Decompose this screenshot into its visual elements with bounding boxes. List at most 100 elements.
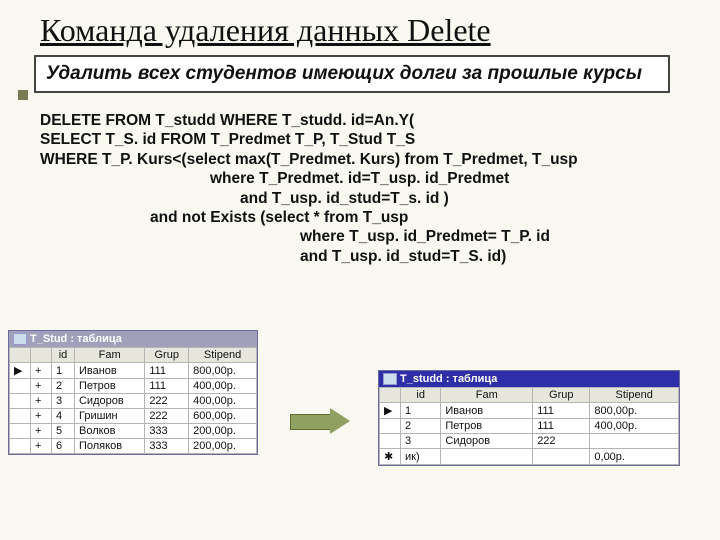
cell-stip[interactable]: 0,00р. xyxy=(590,449,679,465)
expand-toggle[interactable]: + xyxy=(31,379,52,394)
subtitle-box: Удалить всех студентов имеющих долги за … xyxy=(34,55,670,93)
table-row[interactable]: + 5 Волков 333 200,00р. xyxy=(10,424,257,439)
cell-stip[interactable]: 800,00р. xyxy=(189,363,257,379)
row-marker xyxy=(380,419,401,434)
expand-toggle[interactable]: + xyxy=(31,439,52,454)
cell-grup[interactable]: 111 xyxy=(145,379,189,394)
cell-fam[interactable]: Петров xyxy=(441,419,533,434)
cell-fam[interactable]: Петров xyxy=(74,379,144,394)
cell-id[interactable]: 2 xyxy=(52,379,75,394)
cell-fam[interactable]: Гришин xyxy=(74,409,144,424)
cell-id[interactable]: 3 xyxy=(401,434,441,449)
cell-grup[interactable]: 333 xyxy=(145,424,189,439)
col-header: Fam xyxy=(74,348,144,363)
expand-toggle[interactable]: + xyxy=(31,424,52,439)
table-icon xyxy=(383,373,397,385)
cell-id[interactable]: 3 xyxy=(52,394,75,409)
row-marker: ▶ xyxy=(380,403,401,419)
expand-toggle[interactable]: + xyxy=(31,394,52,409)
sql-code-block: DELETE FROM T_studd WHERE T_studd. id=An… xyxy=(40,111,680,266)
col-header: Grup xyxy=(533,388,590,403)
cell-id[interactable]: 2 xyxy=(401,419,441,434)
expand-toggle[interactable]: + xyxy=(31,363,52,379)
cell-fam[interactable]: Сидоров xyxy=(74,394,144,409)
source-table-window: T_Stud : таблица id Fam Grup Stipend ▶ +… xyxy=(8,330,258,455)
expand-toggle[interactable]: + xyxy=(31,409,52,424)
col-header: Stipend xyxy=(189,348,257,363)
source-table: id Fam Grup Stipend ▶ + 1 Иванов 111 800… xyxy=(9,347,257,454)
row-marker: ▶ xyxy=(10,363,31,379)
cell-grup[interactable]: 111 xyxy=(145,363,189,379)
result-table-window: T_studd : таблица id Fam Grup Stipend ▶ … xyxy=(378,370,680,466)
table-row[interactable]: 3 Сидоров 222 xyxy=(380,434,679,449)
cell-grup[interactable]: 111 xyxy=(533,419,590,434)
arrow-icon xyxy=(290,408,350,434)
table-row[interactable]: 2 Петров 111 400,00р. xyxy=(380,419,679,434)
row-marker: ✱ xyxy=(380,449,401,465)
cell-fam[interactable]: Сидоров xyxy=(441,434,533,449)
cell-stip[interactable]: 600,00р. xyxy=(189,409,257,424)
code-line: SELECT T_S. id FROM T_Predmet T_P, T_Stu… xyxy=(40,130,680,149)
window-title-text: T_Stud : таблица xyxy=(30,333,122,345)
subtitle-text: Удалить всех студентов имеющих долги за … xyxy=(46,63,642,84)
col-header: Grup xyxy=(145,348,189,363)
col-header: id xyxy=(52,348,75,363)
row-selector-header xyxy=(380,388,401,403)
cell-stip[interactable]: 400,00р. xyxy=(189,394,257,409)
slide-title: Команда удаления данных Delete xyxy=(40,12,680,49)
table-row[interactable]: ▶ 1 Иванов 111 800,00р. xyxy=(380,403,679,419)
expand-header xyxy=(31,348,52,363)
col-header: Stipend xyxy=(590,388,679,403)
row-selector-header xyxy=(10,348,31,363)
bullet-icon xyxy=(18,90,28,100)
code-line: where T_Predmet. id=T_usp. id_Predmet xyxy=(40,169,680,188)
cell-id[interactable]: 5 xyxy=(52,424,75,439)
cell-fam[interactable]: Волков xyxy=(74,424,144,439)
window-title-text: T_studd : таблица xyxy=(400,373,497,385)
row-marker xyxy=(10,439,31,454)
cell-stip[interactable]: 400,00р. xyxy=(590,419,679,434)
cell-fam[interactable] xyxy=(441,449,533,465)
cell-id[interactable]: ик) xyxy=(401,449,441,465)
cell-stip[interactable] xyxy=(590,434,679,449)
cell-id[interactable]: 1 xyxy=(401,403,441,419)
table-row[interactable]: + 6 Поляков 333 200,00р. xyxy=(10,439,257,454)
cell-fam[interactable]: Поляков xyxy=(74,439,144,454)
cell-grup[interactable]: 222 xyxy=(533,434,590,449)
row-marker xyxy=(10,394,31,409)
code-line: WHERE T_P. Kurs<(select max(T_Predmet. K… xyxy=(40,150,680,169)
code-line: and not Exists (select * from T_usp xyxy=(40,208,680,227)
cell-stip[interactable]: 400,00р. xyxy=(189,379,257,394)
table-icon xyxy=(13,333,27,345)
code-line: DELETE FROM T_studd WHERE T_studd. id=An… xyxy=(40,111,680,130)
cell-id[interactable]: 6 xyxy=(52,439,75,454)
table-row[interactable]: + 3 Сидоров 222 400,00р. xyxy=(10,394,257,409)
cell-grup[interactable]: 222 xyxy=(145,409,189,424)
cell-id[interactable]: 1 xyxy=(52,363,75,379)
cell-stip[interactable]: 200,00р. xyxy=(189,424,257,439)
code-line: and T_usp. id_stud=T_s. id ) xyxy=(40,189,680,208)
code-line: where T_usp. id_Predmet= T_P. id xyxy=(40,227,680,246)
result-table: id Fam Grup Stipend ▶ 1 Иванов 111 800,0… xyxy=(379,387,679,465)
row-marker xyxy=(10,424,31,439)
cell-fam[interactable]: Иванов xyxy=(441,403,533,419)
cell-grup[interactable]: 111 xyxy=(533,403,590,419)
cell-grup[interactable] xyxy=(533,449,590,465)
cell-grup[interactable]: 222 xyxy=(145,394,189,409)
row-marker xyxy=(10,409,31,424)
cell-fam[interactable]: Иванов xyxy=(74,363,144,379)
table-row[interactable]: ▶ + 1 Иванов 111 800,00р. xyxy=(10,363,257,379)
table-row[interactable]: + 4 Гришин 222 600,00р. xyxy=(10,409,257,424)
cell-id[interactable]: 4 xyxy=(52,409,75,424)
table-row-new[interactable]: ✱ ик) 0,00р. xyxy=(380,449,679,465)
table-row[interactable]: + 2 Петров 111 400,00р. xyxy=(10,379,257,394)
row-marker xyxy=(10,379,31,394)
cell-stip[interactable]: 200,00р. xyxy=(189,439,257,454)
col-header: Fam xyxy=(441,388,533,403)
cell-grup[interactable]: 333 xyxy=(145,439,189,454)
row-marker xyxy=(380,434,401,449)
cell-stip[interactable]: 800,00р. xyxy=(590,403,679,419)
col-header: id xyxy=(401,388,441,403)
window-titlebar: T_Stud : таблица xyxy=(9,331,257,347)
code-line: and T_usp. id_stud=T_S. id) xyxy=(40,247,680,266)
